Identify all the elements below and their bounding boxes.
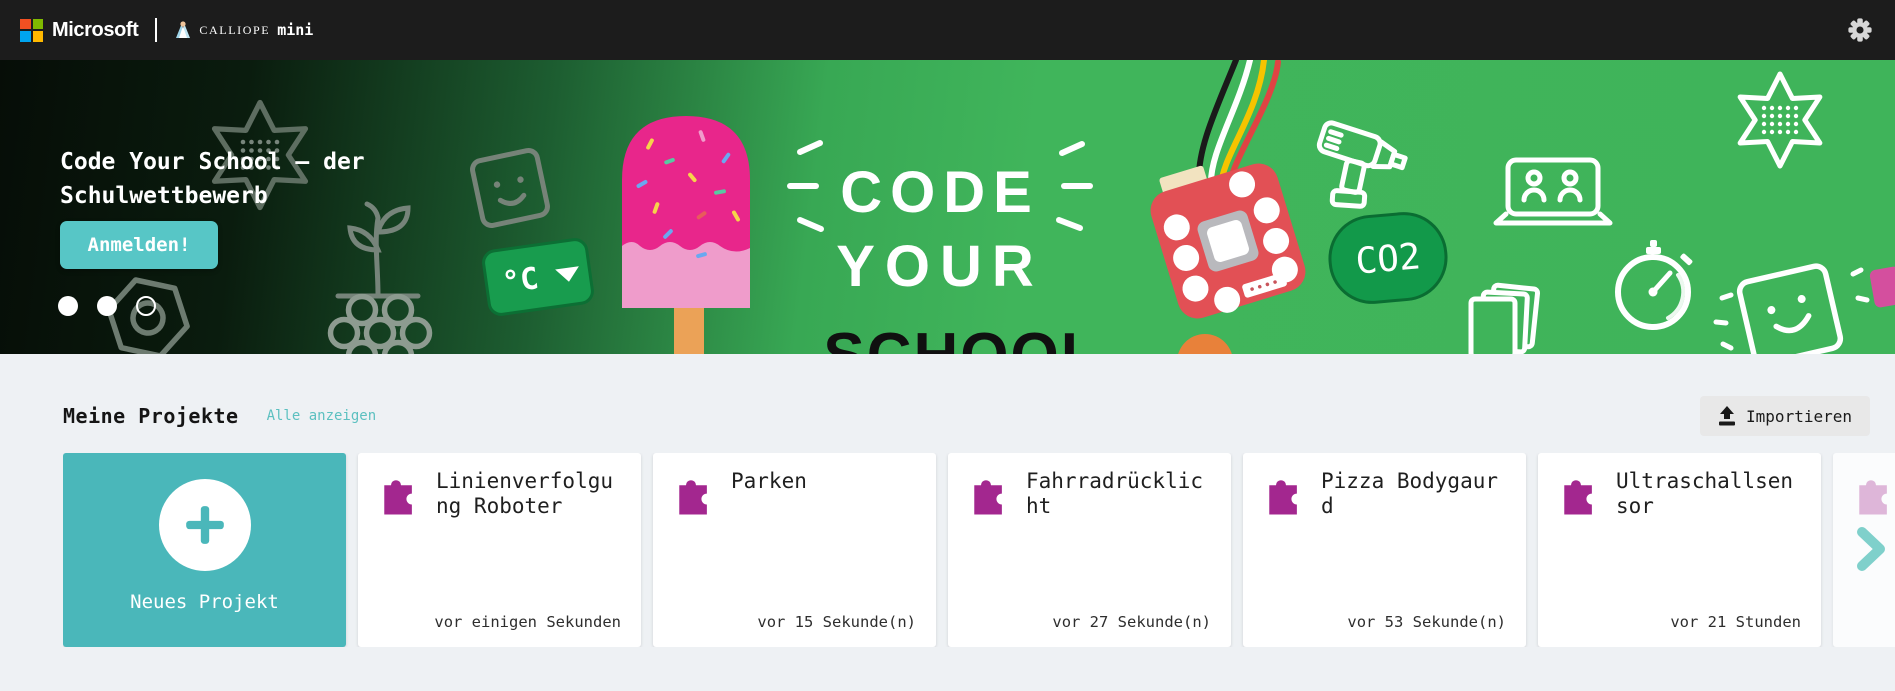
code-your-school-lettering: CODE YOUR SCHOOL	[823, 160, 1100, 354]
microsoft-wordmark[interactable]: Microsoft	[52, 19, 138, 42]
project-card[interactable]: Linienverfolgung Roboter vor einigen Sek…	[358, 453, 641, 647]
orange-circle-accent	[1177, 334, 1233, 354]
hero-title-line1: Code Your School — der	[60, 149, 365, 175]
puzzle-piece-icon	[380, 471, 422, 517]
temperature-block-badge: °C	[482, 238, 594, 316]
anmelden-button[interactable]: Anmelden!	[60, 221, 218, 269]
drill-icon	[1303, 121, 1409, 221]
project-card[interactable]: Pizza Bodygaurd vor 53 Sekunde(n)	[1243, 453, 1526, 647]
puzzle-piece-icon	[970, 471, 1012, 517]
banner-word-school: SCHOOL	[823, 321, 1100, 354]
project-card-title: Parken	[731, 469, 913, 494]
circles-cluster-icon	[331, 297, 430, 355]
top-bar: Microsoft CALLIOPE mini	[0, 0, 1895, 60]
projects-header-row: Meine Projekte Alle anzeigen Importieren	[63, 396, 1870, 436]
smiley-dashes	[1716, 270, 1867, 348]
banner-word-code: CODE	[840, 160, 1040, 225]
project-card-timestamp: vor einigen Sekunden	[434, 613, 621, 631]
ms-square-blue	[20, 31, 31, 42]
project-card-timestamp: vor 15 Sekunde(n)	[757, 613, 916, 631]
project-card-title: Ultraschallsensor	[1616, 469, 1798, 519]
carousel-dot-1[interactable]	[58, 296, 78, 316]
puzzle-piece-icon	[1560, 471, 1602, 517]
popsicle-illustration	[622, 116, 750, 354]
show-all-link[interactable]: Alle anzeigen	[267, 408, 377, 424]
star-right-dot-matrix	[1762, 106, 1798, 134]
hero-banner-carousel: °C CODE	[0, 60, 1895, 354]
project-card-timestamp: vor 27 Sekunde(n)	[1052, 613, 1211, 631]
papers-stack-icon	[1471, 285, 1538, 354]
pink-square-accent	[1869, 266, 1895, 309]
new-project-label: Neues Projekt	[130, 591, 279, 613]
plant-sprout-icon	[338, 204, 418, 296]
calliope-mini-logo[interactable]: CALLIOPE mini	[174, 20, 313, 40]
projects-section: Meine Projekte Alle anzeigen Importieren…	[0, 354, 1895, 647]
hero-copy: Code Your School — der Schulwettbewerb	[60, 145, 365, 213]
popsicle-stick	[674, 300, 704, 354]
calliope-mascot-icon	[174, 20, 192, 40]
plus-circle	[159, 479, 251, 571]
project-card-title: Linienverfolgung Roboter	[436, 469, 618, 519]
carousel-dot-3[interactable]	[136, 296, 156, 316]
ms-square-yellow	[33, 31, 44, 42]
hero-title: Code Your School — der Schulwettbewerb	[60, 145, 365, 213]
co2-badge: CO2	[1326, 210, 1449, 306]
co2-label: CO2	[1354, 236, 1422, 283]
project-card-title: Pizza Bodygaurd	[1321, 469, 1503, 519]
project-card-title: Fahrradrücklicht	[1026, 469, 1208, 519]
scroll-right-button[interactable]	[1853, 525, 1889, 573]
import-button[interactable]: Importieren	[1700, 396, 1870, 436]
laptop-people-icon	[1496, 160, 1610, 223]
puzzle-piece-icon	[1265, 471, 1307, 517]
gear-icon	[1847, 17, 1873, 43]
settings-button[interactable]	[1845, 15, 1875, 45]
project-card-timestamp: vor 21 Stunden	[1670, 613, 1801, 631]
new-project-card[interactable]: Neues Projekt	[63, 453, 346, 647]
mini-wordmark: mini	[277, 21, 313, 39]
project-card[interactable]: Fahrradrücklicht vor 27 Sekunde(n)	[948, 453, 1231, 647]
banner-word-your: YOUR	[836, 234, 1044, 299]
import-button-label: Importieren	[1746, 407, 1852, 426]
temperature-label: °C	[500, 261, 541, 301]
puzzle-piece-icon	[675, 471, 717, 517]
smiley-square-right-icon	[1738, 264, 1843, 354]
project-card[interactable]: Ultraschallsensor vor 21 Stunden	[1538, 453, 1821, 647]
smiley-square-left-icon	[471, 149, 549, 227]
carousel-dots	[58, 296, 156, 316]
chevron-right-icon	[1853, 525, 1889, 573]
microsoft-logo-icon[interactable]	[20, 19, 43, 42]
star-burst-right-icon	[1740, 74, 1820, 166]
header-divider	[155, 18, 157, 42]
ms-square-green	[33, 19, 44, 30]
stopwatch-icon	[1618, 240, 1693, 327]
plus-icon	[182, 502, 228, 548]
project-card[interactable]: Parken vor 15 Sekunde(n)	[653, 453, 936, 647]
calliope-wordmark: CALLIOPE	[199, 23, 270, 38]
hero-title-line2: Schulwettbewerb	[60, 183, 268, 209]
projects-heading: Meine Projekte	[63, 404, 239, 428]
carousel-dot-2[interactable]	[97, 296, 117, 316]
puzzle-piece-icon	[1855, 471, 1895, 517]
ms-square-red	[20, 19, 31, 30]
upload-icon	[1718, 406, 1736, 426]
project-card-timestamp: vor 53 Sekunde(n)	[1347, 613, 1506, 631]
projects-card-row: Neues Projekt Linienverfolgung Roboter v…	[63, 453, 1895, 647]
